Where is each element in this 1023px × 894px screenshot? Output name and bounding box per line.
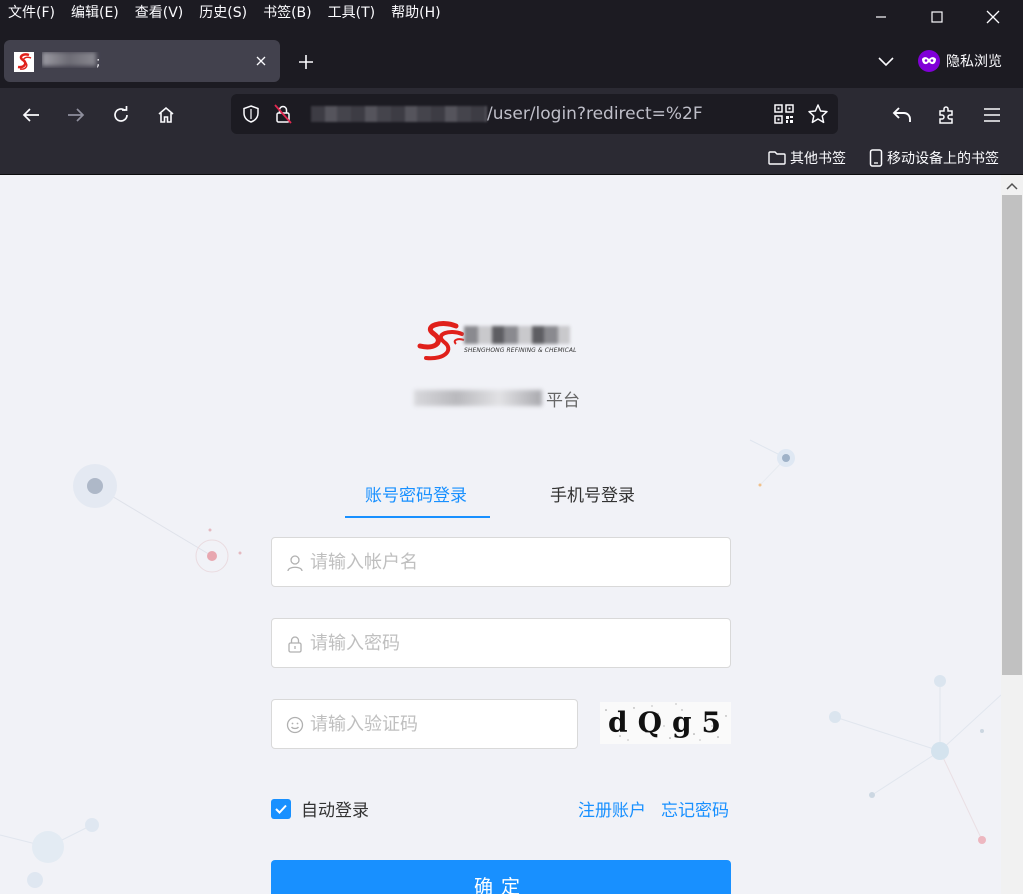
scroll-thumb[interactable] — [1002, 195, 1022, 675]
site-favicon-icon — [14, 52, 34, 72]
auto-login-checkbox[interactable] — [271, 798, 291, 819]
tab-title: ; — [42, 52, 102, 68]
navigation-toolbar: /user/login?redirect=%2F — [0, 88, 1023, 140]
submit-button[interactable]: 确定 — [271, 860, 731, 894]
menu-tools[interactable]: 工具(T) — [328, 2, 375, 22]
tab-phone-login[interactable]: 手机号登录 — [550, 481, 635, 506]
folder-icon — [768, 151, 786, 165]
login-page: SHENGHONG REFINING & CHEMICAL 平台 账号密码登录 … — [0, 175, 1001, 894]
plus-icon — [299, 55, 313, 69]
username-input[interactable] — [310, 550, 720, 574]
forward-button[interactable] — [61, 100, 91, 130]
bookmarks-toolbar: 其他书签 移动设备上的书签 — [0, 140, 1023, 175]
reload-icon — [114, 106, 128, 122]
hamburger-menu-icon — [984, 108, 1000, 122]
register-link[interactable]: 注册账户 — [578, 796, 646, 821]
puzzle-icon — [939, 106, 953, 124]
reload-button[interactable] — [106, 100, 136, 130]
redacted-company-name — [464, 326, 570, 344]
redacted-platform-name — [414, 390, 542, 406]
new-tab-button[interactable] — [292, 50, 320, 74]
minimize-icon — [876, 16, 886, 18]
other-bookmarks-label: 其他书签 — [790, 151, 846, 167]
chevron-up-icon — [1006, 182, 1018, 190]
private-browsing-indicator: 隐私浏览 — [918, 50, 1002, 72]
redacted-title — [42, 52, 96, 66]
tab-strip: ; 隐私浏览 — [0, 34, 1023, 88]
minimize-button[interactable] — [853, 4, 909, 30]
auto-login-label: 自动登录 — [301, 801, 369, 821]
maximize-button[interactable] — [909, 4, 965, 30]
menu-edit[interactable]: 编辑(E) — [71, 2, 119, 22]
smile-icon — [286, 716, 304, 734]
maximize-icon — [931, 11, 943, 23]
mobile-bookmarks-label: 移动设备上的书签 — [887, 151, 999, 167]
captcha-code: dQg5 — [608, 706, 731, 739]
password-field — [271, 618, 731, 668]
mobile-device-icon — [869, 149, 883, 167]
mobile-bookmarks-folder[interactable]: 移动设备上的书签 — [869, 148, 999, 168]
company-logo: SHENGHONG REFINING & CHEMICAL — [412, 320, 576, 364]
back-button[interactable] — [16, 100, 46, 130]
menu-bar: 文件(F) 编辑(E) 查看(V) 历史(S) 书签(B) 工具(T) 帮助(H… — [0, 0, 1023, 34]
browser-tab[interactable]: ; — [4, 40, 280, 82]
menu-history[interactable]: 历史(S) — [199, 2, 247, 22]
redacted-host — [311, 106, 487, 122]
undo-button[interactable] — [887, 100, 917, 130]
menu-file[interactable]: 文件(F) — [8, 2, 55, 22]
qr-code-icon[interactable] — [774, 104, 794, 124]
lock-icon — [288, 636, 302, 653]
tab-close-button[interactable] — [252, 52, 270, 70]
private-label: 隐私浏览 — [946, 54, 1002, 70]
close-window-button[interactable] — [965, 4, 1021, 30]
url-bar[interactable]: /user/login?redirect=%2F — [231, 94, 838, 134]
extensions-button[interactable] — [932, 100, 962, 130]
scroll-up-button[interactable] — [1005, 179, 1019, 193]
captcha-field — [271, 699, 578, 749]
close-icon — [256, 56, 266, 66]
arrow-right-icon — [68, 108, 85, 122]
check-icon — [275, 804, 287, 814]
username-field — [271, 537, 731, 587]
home-icon — [158, 106, 174, 123]
app-menu-button[interactable] — [977, 100, 1007, 130]
background-decoration — [0, 439, 1001, 888]
private-mask-icon — [918, 50, 940, 72]
shield-icon[interactable] — [242, 105, 260, 123]
tab-account-login[interactable]: 账号密码登录 — [365, 481, 467, 506]
list-all-tabs-button[interactable] — [872, 48, 900, 76]
auto-login-option[interactable]: 自动登录 — [271, 796, 369, 821]
logo-caption: SHENGHONG REFINING & CHEMICAL — [464, 347, 577, 354]
captcha-input[interactable] — [310, 712, 567, 736]
home-button[interactable] — [151, 100, 181, 130]
url-path[interactable]: /user/login?redirect=%2F — [487, 104, 703, 124]
user-icon — [287, 555, 303, 572]
chevron-down-icon — [878, 57, 894, 67]
logo-mark-icon — [417, 321, 465, 361]
other-bookmarks-folder[interactable]: 其他书签 — [768, 148, 846, 168]
page-scrollbar[interactable] — [1001, 175, 1023, 894]
menu-help[interactable]: 帮助(H) — [391, 2, 440, 22]
menu-view[interactable]: 查看(V) — [135, 2, 184, 22]
platform-subtitle: 平台 — [414, 387, 580, 411]
captcha-image[interactable]: dQg5 — [600, 702, 731, 744]
password-input[interactable] — [310, 631, 720, 655]
insecure-lock-icon[interactable] — [274, 104, 292, 124]
menu-bookmarks[interactable]: 书签(B) — [263, 2, 312, 22]
bookmark-star-icon[interactable] — [807, 103, 829, 125]
undo-arrow-icon — [892, 107, 911, 122]
active-tab-indicator — [345, 516, 490, 518]
arrow-left-icon — [22, 108, 39, 122]
close-icon — [986, 10, 1000, 24]
forgot-password-link[interactable]: 忘记密码 — [661, 796, 729, 821]
